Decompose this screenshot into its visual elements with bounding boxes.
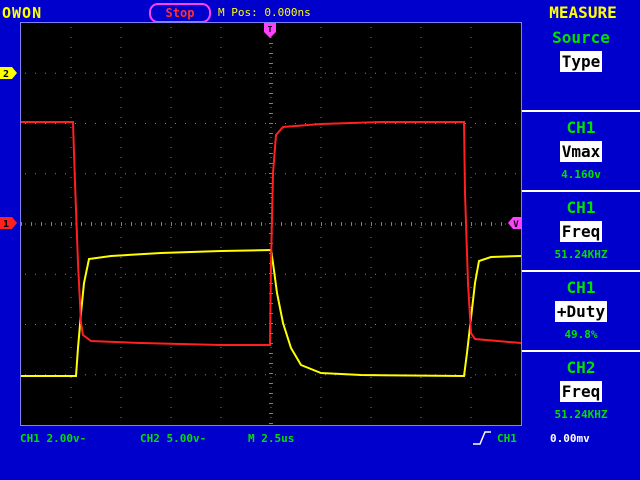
trigger-level-icon: V [508, 217, 522, 229]
svg-text:1: 1 [3, 219, 9, 229]
waveform-plot [21, 23, 521, 424]
type-chip[interactable]: Type [559, 51, 603, 72]
measure-channel: CH1 [566, 278, 596, 297]
measure-value: 4.160v [561, 168, 601, 181]
timebase: M 2.5us [248, 432, 295, 445]
horizontal-position: M Pos: 0.000ns [218, 6, 311, 19]
source-label: Source [552, 28, 610, 47]
ch2-scale: CH2 5.00v- [140, 432, 207, 445]
svg-text:V: V [513, 220, 519, 229]
trigger-source: CH1 [497, 432, 517, 445]
measure-panel: Source Type CH1 Vmax 4.160v CH1 Freq 51.… [522, 22, 640, 426]
rising-edge-icon [472, 431, 492, 445]
measure-value: 51.24KHZ [554, 248, 608, 261]
measure-value: 51.24KHZ [554, 408, 608, 421]
ch1-trace [21, 121, 521, 346]
measure-slot-2[interactable]: CH1 Freq 51.24KHZ [522, 190, 640, 270]
measure-slot-1[interactable]: CH1 Vmax 4.160v [522, 110, 640, 190]
trigger-level: 0.00mv [550, 432, 590, 445]
measure-channel: CH1 [566, 118, 596, 137]
svg-text:T: T [268, 25, 273, 34]
ch2-marker-icon: 2 [0, 67, 17, 79]
measure-channel: CH2 [566, 358, 596, 377]
ch1-marker-icon: 1 [0, 217, 17, 229]
ch1-scale: CH1 2.00v- [20, 432, 87, 445]
source-type-box[interactable]: Source Type [522, 22, 640, 100]
measure-channel: CH1 [566, 198, 596, 217]
measure-slot-3[interactable]: CH1 +Duty 49.8% [522, 270, 640, 350]
svg-text:2: 2 [3, 69, 9, 79]
measure-slot-4[interactable]: CH2 Freq 51.24KHZ [522, 350, 640, 430]
trigger-level-marker[interactable]: V [508, 217, 522, 229]
ch2-level-marker[interactable]: 2 [0, 67, 18, 79]
waveform-screen[interactable] [20, 22, 522, 426]
measure-type: +Duty [554, 301, 608, 322]
measure-value: 49.8% [564, 328, 598, 341]
ch1-level-marker[interactable]: 1 [0, 217, 18, 229]
trigger-position-icon: T [264, 23, 276, 38]
measure-panel-title: MEASURE [549, 3, 617, 22]
run-stop-button[interactable]: Stop [149, 3, 211, 23]
measure-type: Vmax [559, 141, 603, 162]
brand-logo: OWON [2, 4, 43, 22]
measure-type: Freq [559, 381, 603, 402]
measure-type: Freq [559, 221, 603, 242]
trigger-position-marker[interactable]: T [264, 23, 276, 39]
